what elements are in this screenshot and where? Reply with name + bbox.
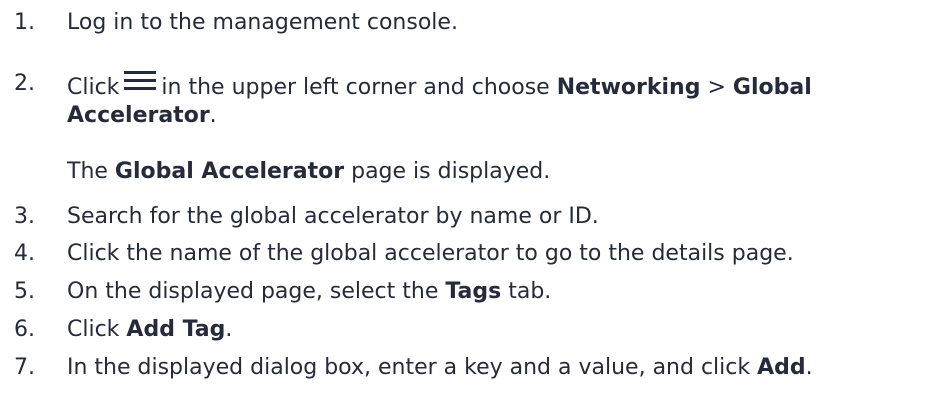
global-accelerator-page-ref: Global Accelerator xyxy=(114,159,345,184)
step-text: Click the name of the global accelerator… xyxy=(67,241,794,266)
step-number: 6. xyxy=(14,317,35,342)
menu-path-networking: Networking xyxy=(556,75,701,100)
step-number: 2. xyxy=(14,71,35,96)
tags-tab-ref: Tags xyxy=(445,279,502,304)
menu-icon xyxy=(123,70,157,92)
step-text: Log in to the management console. xyxy=(67,10,458,35)
menu-path-global-accelerator: Global xyxy=(732,75,812,100)
step-2-result-note: The Global Accelerator page is displayed… xyxy=(67,159,551,184)
step-number: 5. xyxy=(14,279,35,304)
step-text: On the displayed page, select the Tags t… xyxy=(67,279,552,304)
step-number: 4. xyxy=(14,241,35,266)
step-text: Click in the upper left corner and choose… xyxy=(67,58,931,130)
step-number: 7. xyxy=(14,355,35,380)
step-number: 3. xyxy=(14,204,35,229)
step-text: In the displayed dialog box, enter a key… xyxy=(67,355,813,380)
add-ref: Add xyxy=(757,355,806,380)
add-tag-ref: Add Tag xyxy=(126,317,226,342)
step-text: Search for the global accelerator by nam… xyxy=(67,204,599,229)
step-number: 1. xyxy=(14,10,35,35)
step-text: Click Add Tag. xyxy=(67,317,233,342)
